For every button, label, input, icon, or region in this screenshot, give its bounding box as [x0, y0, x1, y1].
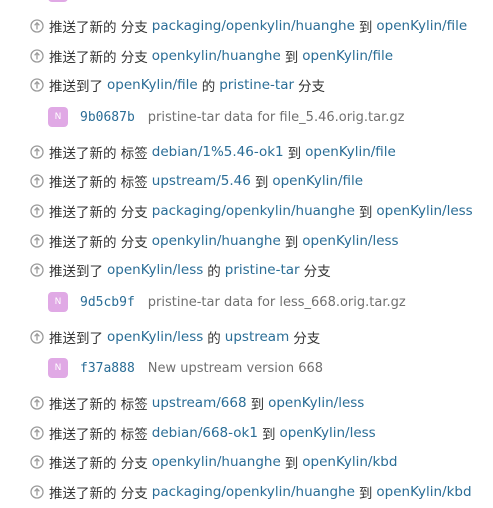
repo-link[interactable]: openKylin/file: [305, 144, 396, 160]
repo-link[interactable]: openKylin/less: [302, 233, 398, 249]
commit-message: pristine-tar data for less_668.orig.tar.…: [147, 294, 406, 310]
push-icon: [30, 145, 44, 159]
activity-action: 推送到了: [49, 331, 103, 347]
tag-link[interactable]: debian/668-ok1: [152, 425, 258, 441]
activity-connector: 到: [358, 20, 373, 36]
push-icon: [30, 49, 44, 63]
activity-item: 推送了新的 分支 openkylin/huanghe 到 openKylin/k…: [30, 451, 401, 473]
activity-action: 推送了新的 分支: [49, 205, 148, 221]
activity-connector: 的: [201, 79, 216, 95]
repo-link[interactable]: openKylin/file: [272, 173, 363, 189]
push-icon: [30, 263, 44, 277]
activity-item: 推送了新的 标签 upstream/5.46 到 openKylin/file: [30, 170, 367, 192]
tag-link[interactable]: upstream/668: [152, 395, 247, 411]
activity-connector: 到: [358, 486, 373, 502]
branch-link[interactable]: pristine-tar: [219, 77, 294, 93]
activity-connector: 的: [207, 264, 221, 280]
ref-link[interactable]: openkylin/huanghe: [152, 48, 281, 64]
activity-suffix: 分支: [303, 264, 331, 280]
commit-sha-link[interactable]: 9d5cb9f: [80, 295, 135, 310]
commit-sha-link[interactable]: 9b0687b: [80, 110, 135, 125]
avatar[interactable]: N: [48, 292, 68, 312]
ref-link[interactable]: openkylin/huanghe: [152, 454, 281, 470]
activity-connector: 到: [261, 427, 276, 443]
activity-item: 推送了新的 标签 upstream/668 到 openKylin/less: [30, 392, 368, 414]
repo-link[interactable]: openKylin/file: [376, 18, 467, 34]
activity-item: 推送了新的 分支 packaging/openkylin/huanghe 到 o…: [30, 481, 476, 503]
activity-feed: 推送了新的 分支 packaging/openkylin/huanghe 到 o…: [0, 0, 493, 508]
ref-link[interactable]: openkylin/huanghe: [152, 233, 281, 249]
activity-item: 推送了新的 标签 debian/1%5.46-ok1 到 openKylin/f…: [30, 141, 400, 163]
activity-item: 推送了新的 分支 packaging/openkylin/huanghe 到 o…: [30, 15, 471, 37]
repo-link[interactable]: openKylin/less: [268, 395, 364, 411]
activity-connector: 到: [284, 456, 299, 472]
activity-action: 推送到了: [49, 79, 103, 95]
activity-item: 推送到了 openKylin/file 的 pristine-tar 分支: [30, 74, 329, 96]
branch-link[interactable]: pristine-tar: [225, 262, 300, 278]
activity-connector: 的: [207, 331, 221, 347]
activity-connector: 到: [254, 175, 269, 191]
push-icon: [30, 455, 44, 469]
activity-action: 推送了新的 标签: [49, 427, 148, 443]
push-icon: [30, 485, 44, 499]
activity-suffix: 分支: [298, 79, 326, 95]
activity-item: 推送了新的 标签 debian/668-ok1 到 openKylin/less: [30, 422, 380, 444]
branch-link[interactable]: upstream: [225, 329, 289, 345]
push-icon: [30, 426, 44, 440]
activity-connector: 到: [250, 397, 265, 413]
activity-connector: 到: [284, 235, 299, 251]
push-icon: [30, 174, 44, 188]
avatar[interactable]: N: [48, 358, 68, 378]
push-icon: [30, 19, 44, 33]
avatar[interactable]: [48, 0, 68, 2]
activity-action: 推送了新的 分支: [49, 235, 148, 251]
activity-suffix: 分支: [293, 331, 321, 347]
activity-action: 推送了新的 分支: [49, 50, 148, 66]
activity-item: 推送到了 openKylin/less 的 upstream 分支: [30, 326, 324, 348]
activity-item: 推送了新的 分支 packaging/openkylin/huanghe 到 o…: [30, 200, 477, 222]
repo-link[interactable]: openKylin/kbd: [376, 484, 471, 500]
repo-link[interactable]: openKylin/file: [107, 77, 198, 93]
activity-item: 推送到了 openKylin/less 的 pristine-tar 分支: [30, 259, 335, 281]
ref-link[interactable]: packaging/openkylin/huanghe: [152, 484, 355, 500]
repo-link[interactable]: openKylin/kbd: [302, 454, 397, 470]
repo-link[interactable]: openKylin/less: [376, 203, 472, 219]
commit-row: N 9d5cb9f pristine-tar data for less_668…: [48, 291, 406, 313]
push-icon: [30, 396, 44, 410]
activity-action: 推送了新的 分支: [49, 486, 148, 502]
ref-link[interactable]: packaging/openkylin/huanghe: [152, 203, 355, 219]
tag-link[interactable]: debian/1%5.46-ok1: [152, 144, 284, 160]
avatar[interactable]: N: [48, 107, 68, 127]
repo-link[interactable]: openKylin/less: [279, 425, 375, 441]
commit-row: N 9b0687b pristine-tar data for file_5.4…: [48, 106, 404, 128]
push-icon: [30, 78, 44, 92]
commit-message: pristine-tar data for file_5.46.orig.tar…: [147, 109, 405, 125]
commit-message: New upstream version 668: [147, 360, 324, 376]
activity-action: 推送了新的 分支: [49, 20, 148, 36]
activity-item: 推送了新的 分支 openkylin/huanghe 到 openKylin/l…: [30, 230, 403, 252]
activity-action: 推送到了: [49, 264, 103, 280]
activity-connector: 到: [284, 50, 299, 66]
ref-link[interactable]: packaging/openkylin/huanghe: [152, 18, 355, 34]
push-icon: [30, 234, 44, 248]
commit-row: N f37a888 New upstream version 668: [48, 357, 323, 379]
activity-connector: 到: [358, 205, 373, 221]
push-icon: [30, 204, 44, 218]
tag-link[interactable]: upstream/5.46: [152, 173, 251, 189]
activity-action: 推送了新的 分支: [49, 456, 148, 472]
repo-link[interactable]: openKylin/file: [302, 48, 393, 64]
activity-action: 推送了新的 标签: [49, 175, 148, 191]
activity-action: 推送了新的 标签: [49, 397, 148, 413]
push-icon: [30, 330, 44, 344]
repo-link[interactable]: openKylin/less: [107, 262, 203, 278]
activity-item: 推送了新的 分支 openkylin/huanghe 到 openKylin/f…: [30, 45, 397, 67]
commit-sha-link[interactable]: f37a888: [80, 361, 135, 376]
repo-link[interactable]: openKylin/less: [107, 329, 203, 345]
activity-action: 推送了新的 标签: [49, 146, 148, 162]
activity-connector: 到: [287, 146, 302, 162]
